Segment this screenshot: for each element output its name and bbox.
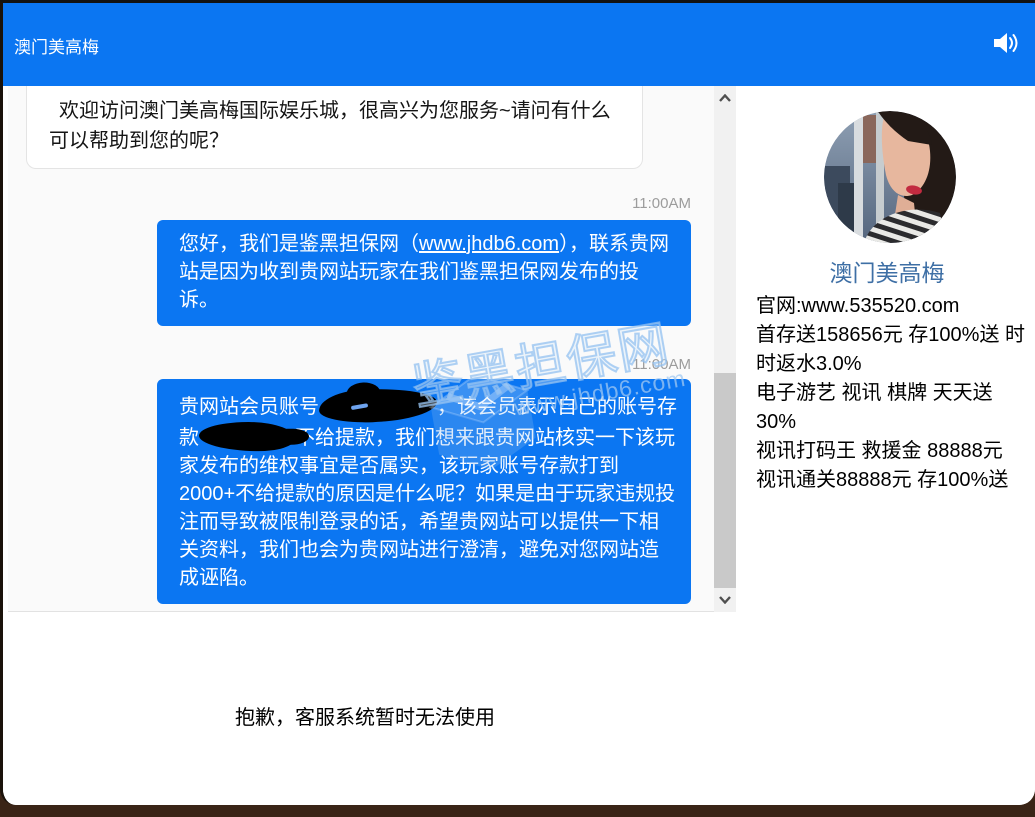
window-title: 澳门美高梅: [14, 33, 99, 58]
scroll-up-button[interactable]: [714, 86, 736, 110]
agent-sidebar: 澳门美高梅 官网:www.535520.com 首存送158656元 存100%…: [736, 86, 1035, 612]
message-text: 贵网站会员账号: [179, 396, 319, 418]
chat-panel: 欢迎访问澳门美高梅国际娱乐城，很高兴为您服务~请问有什么可以帮助到您的呢？ 11…: [8, 86, 736, 612]
system-unavailable-notice: 抱歉，客服系统暂时无法使用: [235, 701, 495, 730]
message-list: 欢迎访问澳门美高梅国际娱乐城，很高兴为您服务~请问有什么可以帮助到您的呢？ 11…: [8, 86, 714, 611]
scroll-down-button[interactable]: [714, 588, 736, 612]
agent-welcome-message: 欢迎访问澳门美高梅国际娱乐城，很高兴为您服务~请问有什么可以帮助到您的呢？: [26, 86, 643, 169]
promo-line: 电子游艺 视讯 棋牌 天天送30%: [756, 379, 1032, 437]
speaker-icon: [992, 31, 1020, 55]
bottom-bar: [0, 805, 1035, 817]
promo-line: 首存送158656元 存100%送 时时返水3.0%: [756, 321, 1032, 379]
scrollbar-thumb[interactable]: [714, 373, 736, 588]
app-frame: 澳门美高梅 欢迎访问澳门美高梅国际娱乐城，很高兴为您服务~请问有什么可以帮助到您…: [0, 0, 1035, 805]
redaction-mark: [318, 387, 437, 424]
header-bar: 澳门美高梅: [3, 3, 1035, 86]
message-link[interactable]: www.jhdb6.com: [419, 233, 559, 255]
message-timestamp: 11:00AM: [8, 356, 691, 373]
agent-name: 澳门美高梅: [736, 254, 1035, 288]
input-area: 抱歉，客服系统暂时无法使用: [3, 613, 1035, 805]
promo-text: 官网:www.535520.com 首存送158656元 存100%送 时时返水…: [756, 292, 1032, 495]
redaction-mark: [199, 421, 295, 452]
sound-toggle-button[interactable]: [990, 28, 1022, 58]
visitor-message-bubble: 您好，我们是鉴黑担保网（www.jhdb6.com），联系贵网站是因为收到贵网站…: [157, 220, 691, 326]
chevron-up-icon: [719, 94, 731, 102]
promo-line: 官网:www.535520.com: [756, 292, 1032, 321]
visitor-message-bubble: 贵网站会员账号，该会员表示自己的账号存款不给提款，我们想来跟贵网站核实一下该玩家…: [157, 379, 691, 604]
message-text: 您好，我们是鉴黑担保网（: [179, 233, 419, 255]
message-timestamp: 11:00AM: [8, 195, 691, 212]
promo-line: 视讯打码王 救援金 88888元: [756, 437, 1032, 466]
chat-window: 澳门美高梅 欢迎访问澳门美高梅国际娱乐城，很高兴为您服务~请问有什么可以帮助到您…: [0, 0, 1035, 817]
chat-scrollbar[interactable]: [714, 86, 736, 612]
avatar: [824, 111, 956, 243]
chevron-down-icon: [719, 596, 731, 604]
promo-line: 视讯通关88888元 存100%送: [756, 466, 1032, 495]
message-text: 不给提款，我们想来跟贵网站核实一下该玩家发布的维权事宜是否属实，该玩家账号存款打…: [179, 427, 675, 589]
